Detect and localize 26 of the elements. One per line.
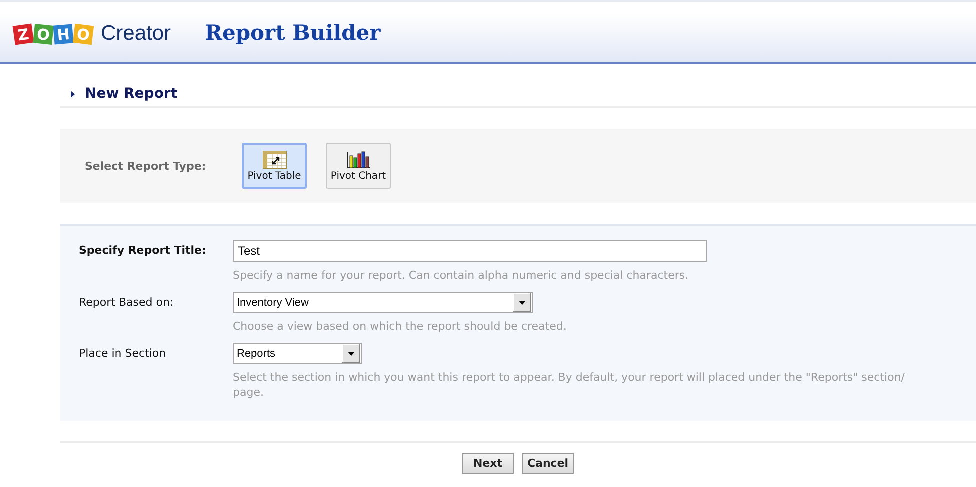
grid-icon (262, 150, 286, 168)
logo-tile: O (72, 23, 94, 45)
dropdown[interactable]: Inventory View (233, 292, 533, 313)
action-button[interactable]: Cancel (522, 453, 574, 474)
caret-icon (518, 300, 526, 304)
page-title: Report Builder (205, 20, 381, 44)
caret-icon (348, 352, 354, 356)
triangle-icon (71, 90, 75, 98)
field-label: Place in Section (78, 346, 168, 362)
field-label: Report Based on: (78, 295, 175, 311)
field-hint: Specify a name for your report. Can contain alpha numeric and special characters. (233, 268, 690, 283)
input-field[interactable]: Test (233, 240, 707, 262)
logo-tile: H (53, 24, 74, 44)
field-hint: Choose a view based on which the report should be created. (233, 319, 568, 334)
logo-tile: Z (12, 23, 34, 45)
report-type-button[interactable]: Pivot Chart (326, 143, 391, 189)
dropdown[interactable]: Reports (233, 343, 362, 364)
bar-chart-icon (346, 150, 370, 168)
report-type-label: Select Report Type: (84, 160, 208, 172)
field-label: Specify Report Title: (78, 243, 208, 259)
field-hint: Select the section in which you want this report to appear. By default, your report will placed under the "Reports" section/ page. (233, 370, 906, 400)
section-title: New Report (85, 86, 178, 102)
report-type-button[interactable]: Pivot Table (242, 143, 307, 189)
logo-text: Creator (101, 22, 172, 46)
logo-tile: O (33, 24, 54, 44)
action-button[interactable]: Next (462, 453, 514, 474)
